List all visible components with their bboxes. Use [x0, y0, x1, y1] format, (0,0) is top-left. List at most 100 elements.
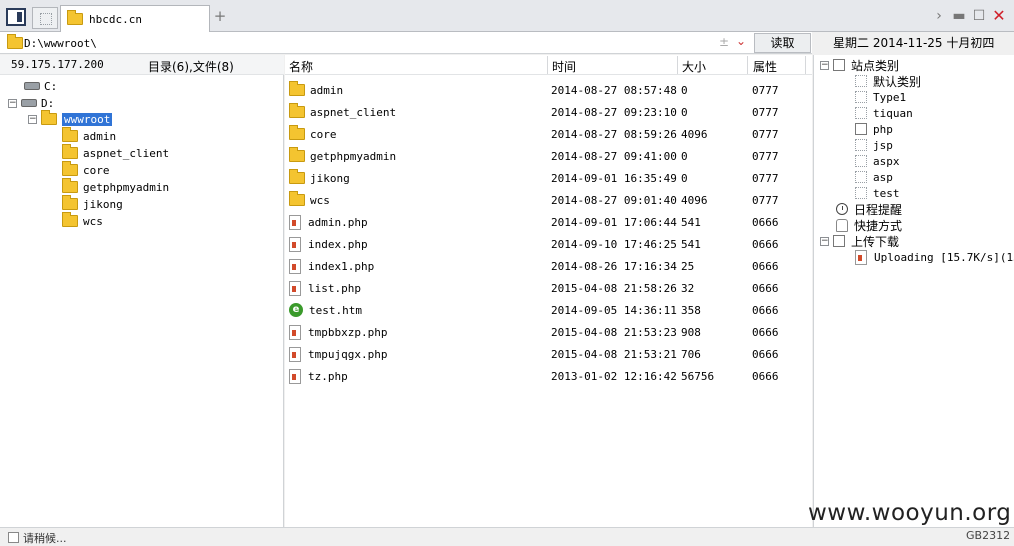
- tree-node-site-category[interactable]: − 站点类别: [820, 57, 899, 73]
- column-attr[interactable]: 属性: [753, 58, 777, 75]
- file-name-cell: admin: [289, 81, 343, 97]
- tab-site[interactable]: hbcdc.cn: [60, 5, 210, 32]
- drive-icon: [24, 82, 40, 90]
- file-time: 2014-08-27 09:41:00: [551, 149, 677, 163]
- file-time: 2014-08-27 08:59:26: [551, 127, 677, 141]
- category-item[interactable]: test: [855, 185, 900, 201]
- tree-node-c[interactable]: C:: [24, 78, 57, 94]
- php-file-icon: [855, 249, 867, 265]
- tree-node-upload-download[interactable]: − 上传下载: [820, 233, 899, 249]
- status-checkbox[interactable]: [8, 532, 19, 543]
- table-row[interactable]: tmpujqgx.php 2015-04-08 21:53:21 706 0666: [285, 343, 812, 365]
- table-row[interactable]: tz.php 2013-01-02 12:16:42 56756 0666: [285, 365, 812, 387]
- table-row[interactable]: aspnet_client 2014-08-27 09:23:10 0 0777: [285, 101, 812, 123]
- read-button[interactable]: 读取: [754, 33, 811, 53]
- file-time: 2014-08-27 09:23:10: [551, 105, 677, 119]
- table-row[interactable]: e test.htm 2014-09-05 14:36:11 358 0666: [285, 299, 812, 321]
- file-attr: 0666: [752, 303, 779, 317]
- path-input[interactable]: [24, 35, 714, 51]
- file-name-cell: getphpmyadmin: [289, 147, 396, 163]
- table-row[interactable]: list.php 2015-04-08 21:58:26 32 0666: [285, 277, 812, 299]
- title-bar: hbcdc.cn + › ▬ ☐ ✕: [0, 0, 1014, 32]
- file-attr: 0777: [752, 193, 779, 207]
- encoding-label: GB2312: [966, 529, 1011, 542]
- table-row[interactable]: admin.php 2014-09-01 17:06:44 541 0666: [285, 211, 812, 233]
- category-label: aspx: [873, 154, 900, 168]
- table-row[interactable]: jikong 2014-09-01 16:35:49 0 0777: [285, 167, 812, 189]
- category-item[interactable]: jsp: [855, 137, 893, 153]
- file-size: 4096: [681, 193, 708, 207]
- address-bar: ± ⌄: [0, 32, 812, 54]
- php-file-icon: [289, 368, 301, 384]
- column-size[interactable]: 大小: [682, 58, 706, 75]
- file-name-cell: admin.php: [289, 214, 368, 230]
- category-item[interactable]: aspx: [855, 153, 900, 169]
- file-attr: 0666: [752, 237, 779, 251]
- category-item[interactable]: tiquan: [855, 105, 913, 121]
- table-row[interactable]: core 2014-08-27 08:59:26 4096 0777: [285, 123, 812, 145]
- table-row[interactable]: admin 2014-08-27 08:57:48 0 0777: [285, 79, 812, 101]
- directory-tree-pane: 59.175.177.200 目录(6),文件(8) C: − D: − www…: [0, 55, 284, 527]
- status-text: 请稍候...: [23, 532, 67, 545]
- category-icon: [833, 59, 845, 71]
- folder-icon: [41, 110, 57, 125]
- tree-node-aspnet-client[interactable]: aspnet_client: [62, 144, 169, 161]
- file-time: 2014-08-26 17:16:34: [551, 259, 677, 273]
- tree-node-getphpmyadmin[interactable]: getphpmyadmin: [62, 178, 169, 195]
- tree-header: 59.175.177.200 目录(6),文件(8): [0, 55, 284, 75]
- file-size: 25: [681, 259, 695, 273]
- bookmark-add-icon[interactable]: ±: [719, 35, 729, 49]
- file-time: 2014-09-01 17:06:44: [551, 215, 677, 229]
- tree-label: wcs: [83, 214, 103, 228]
- category-item[interactable]: Type1: [855, 89, 906, 105]
- chevron-down-icon[interactable]: ⌄: [736, 34, 746, 48]
- tree-node-shortcuts[interactable]: 快捷方式: [836, 217, 902, 233]
- table-row[interactable]: index.php 2014-09-10 17:46:25 541 0666: [285, 233, 812, 255]
- maximize-icon[interactable]: ☐: [971, 8, 987, 24]
- collapse-icon[interactable]: −: [8, 98, 17, 108]
- tree-node-wwwroot[interactable]: − wwwroot: [28, 110, 113, 127]
- tree-label: wwwroot: [62, 112, 113, 126]
- folder-icon: [289, 191, 305, 206]
- collapse-icon[interactable]: −: [820, 60, 829, 70]
- file-size: 358: [681, 303, 701, 317]
- file-attr: 0777: [752, 83, 779, 97]
- collapse-icon[interactable]: −: [820, 236, 829, 246]
- folder-icon: [62, 195, 78, 210]
- table-row[interactable]: wcs 2014-08-27 09:01:40 4096 0777: [285, 189, 812, 211]
- close-icon[interactable]: ✕: [991, 8, 1007, 24]
- folder-icon: [62, 161, 78, 176]
- tree-node-admin[interactable]: admin: [62, 127, 116, 144]
- category-item[interactable]: asp: [855, 169, 893, 185]
- file-attr: 0666: [752, 325, 779, 339]
- file-name: tmpbbxzp.php: [308, 325, 388, 339]
- tree-node-core[interactable]: core: [62, 161, 110, 178]
- new-tab-icon[interactable]: +: [212, 8, 228, 24]
- category-label: 默认类别: [873, 74, 922, 89]
- clock-icon: [836, 203, 848, 215]
- tree-node-d[interactable]: − D:: [8, 95, 54, 111]
- upload-item[interactable]: Uploading [15.7K/s](158: [855, 249, 1014, 265]
- tree-node-jikong[interactable]: jikong: [62, 195, 123, 212]
- minimize-icon[interactable]: ▬: [951, 8, 967, 24]
- watermark: www.wooyun.org: [808, 500, 1012, 526]
- table-row[interactable]: index1.php 2014-08-26 17:16:34 25 0666: [285, 255, 812, 277]
- category-item[interactable]: php: [855, 121, 893, 137]
- table-row[interactable]: getphpmyadmin 2014-08-27 09:41:00 0 0777: [285, 145, 812, 167]
- table-row[interactable]: tmpbbxzp.php 2015-04-08 21:53:23 908 0666: [285, 321, 812, 343]
- php-file-icon: [289, 214, 301, 230]
- file-name: list.php: [308, 281, 361, 295]
- folder-icon: [67, 10, 83, 25]
- collapse-icon[interactable]: −: [28, 114, 37, 124]
- blank-tab[interactable]: [32, 7, 58, 29]
- php-file-icon: [289, 258, 301, 274]
- column-name[interactable]: 名称: [289, 58, 313, 75]
- app-menu-icon[interactable]: [6, 8, 26, 26]
- tree-label: 快捷方式: [854, 218, 903, 233]
- column-time[interactable]: 时间: [552, 58, 576, 75]
- chevron-right-icon[interactable]: ›: [931, 8, 947, 24]
- file-size: 0: [681, 83, 688, 97]
- tree-node-schedule[interactable]: 日程提醒: [836, 201, 902, 217]
- category-item[interactable]: 默认类别: [855, 73, 921, 89]
- tree-node-wcs[interactable]: wcs: [62, 212, 103, 229]
